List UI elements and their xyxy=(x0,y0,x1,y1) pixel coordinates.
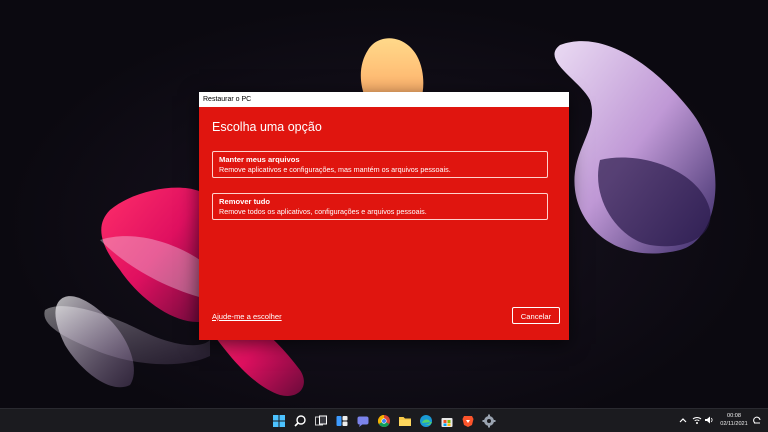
dialog-title-bar: Restaurar o PC xyxy=(199,92,569,107)
widgets-icon[interactable] xyxy=(335,414,349,428)
edge-icon[interactable] xyxy=(419,414,433,428)
task-view-icon[interactable] xyxy=(314,414,328,428)
search-icon[interactable] xyxy=(293,414,307,428)
cancel-button[interactable]: Cancelar xyxy=(512,307,560,324)
keep-files-option-description: Remove aplicativos e configurações, mas … xyxy=(219,165,451,174)
file-explorer-icon[interactable] xyxy=(398,414,412,428)
help-me-choose-link[interactable]: Ajude-me a escolher xyxy=(212,312,282,321)
keep-files-option[interactable]: Manter meus arquivos Remove aplicativos … xyxy=(212,151,548,178)
start-icon[interactable] xyxy=(272,414,286,428)
remove-everything-option-description: Remove todos os aplicativos, configuraçõ… xyxy=(219,207,427,216)
reset-pc-dialog: Restaurar o PC Escolha uma opção Manter … xyxy=(199,92,569,340)
brave-icon[interactable] xyxy=(461,414,475,428)
chevron-up-icon[interactable] xyxy=(678,415,688,425)
chat-icon[interactable] xyxy=(356,414,370,428)
settings-icon[interactable] xyxy=(482,414,496,428)
wifi-icon[interactable] xyxy=(692,415,702,425)
dialog-heading: Escolha uma opção xyxy=(212,120,322,134)
volume-icon[interactable] xyxy=(704,415,714,425)
keep-files-option-title: Manter meus arquivos xyxy=(219,155,300,164)
system-clock[interactable]: 00:08 02/11/2021 xyxy=(716,413,752,428)
store-icon[interactable] xyxy=(440,414,454,428)
remove-everything-option-title: Remover tudo xyxy=(219,197,271,206)
notification-icon[interactable] xyxy=(752,415,762,425)
clock-time: 00:08 xyxy=(727,413,741,419)
taskbar: 00:08 02/11/2021 xyxy=(0,408,768,432)
clock-date: 02/11/2021 xyxy=(720,420,748,427)
chrome-icon[interactable] xyxy=(377,414,391,428)
remove-everything-option[interactable]: Remover tudo Remove todos os aplicativos… xyxy=(212,193,548,220)
